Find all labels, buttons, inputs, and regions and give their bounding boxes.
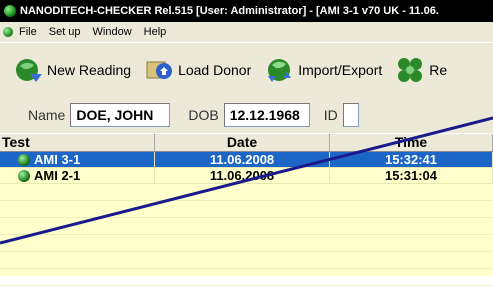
row-date: 11.06.2008 xyxy=(155,168,330,183)
row-test: AMI 2-1 xyxy=(34,167,81,183)
load-donor-icon xyxy=(146,61,173,79)
row-test: AMI 3-1 xyxy=(34,151,81,167)
document-icon[interactable] xyxy=(3,27,13,37)
app-icon xyxy=(4,5,16,17)
report-label: Re xyxy=(429,62,448,78)
column-header-test[interactable]: Test xyxy=(0,134,155,151)
dob-field[interactable]: 12.12.1968 xyxy=(223,103,310,127)
menu-setup[interactable]: Set up xyxy=(49,26,81,38)
id-field[interactable] xyxy=(342,103,359,127)
new-reading-label: New Reading xyxy=(47,62,132,78)
row-date: 11.06.2008 xyxy=(155,152,330,167)
report-button[interactable]: Re xyxy=(396,56,447,84)
column-header-time[interactable]: Time xyxy=(330,134,493,151)
test-table: Test Date Time AMI 3-1 11.06.2008 15:32:… xyxy=(0,134,493,286)
toolbar: New Reading Load Donor Import/Export Re xyxy=(0,42,493,98)
empty-row xyxy=(0,252,493,269)
menu-help[interactable]: Help xyxy=(144,26,167,38)
report-icon xyxy=(398,58,423,82)
table-row[interactable]: AMI 2-1 11.06.2008 15:31:04 xyxy=(0,168,493,184)
menu-file[interactable]: File xyxy=(19,26,37,38)
load-donor-label: Load Donor xyxy=(178,62,252,78)
row-time: 15:32:41 xyxy=(330,152,493,167)
row-time: 15:31:04 xyxy=(330,168,493,183)
patient-info-bar: Name DOE, JOHN DOB 12.12.1968 ID xyxy=(0,97,493,133)
empty-row xyxy=(0,269,493,286)
status-ball-icon xyxy=(18,153,30,166)
new-reading-button[interactable]: New Reading xyxy=(14,56,131,84)
dob-label: DOB xyxy=(188,107,219,123)
name-field[interactable]: DOE, JOHN xyxy=(70,103,171,127)
window-title: NANODITECH-CHECKER Rel.515 [User: Admini… xyxy=(20,5,439,17)
table-header: Test Date Time xyxy=(0,134,493,152)
name-label: Name xyxy=(28,107,66,123)
new-reading-icon xyxy=(16,59,42,82)
import-export-button[interactable]: Import/Export xyxy=(265,56,382,84)
empty-row xyxy=(0,235,493,252)
load-donor-button[interactable]: Load Donor xyxy=(145,56,251,84)
column-header-date[interactable]: Date xyxy=(155,134,330,151)
menu-bar: File Set up Window Help xyxy=(0,22,493,42)
empty-row xyxy=(0,184,493,201)
empty-row xyxy=(0,218,493,235)
import-export-icon xyxy=(268,59,292,82)
status-ball-icon xyxy=(18,169,30,182)
import-export-label: Import/Export xyxy=(298,62,383,78)
title-bar: NANODITECH-CHECKER Rel.515 [User: Admini… xyxy=(0,0,493,22)
empty-row xyxy=(0,201,493,218)
id-label: ID xyxy=(323,107,338,123)
menu-window[interactable]: Window xyxy=(93,26,132,38)
table-row[interactable]: AMI 3-1 11.06.2008 15:32:41 xyxy=(0,152,493,168)
